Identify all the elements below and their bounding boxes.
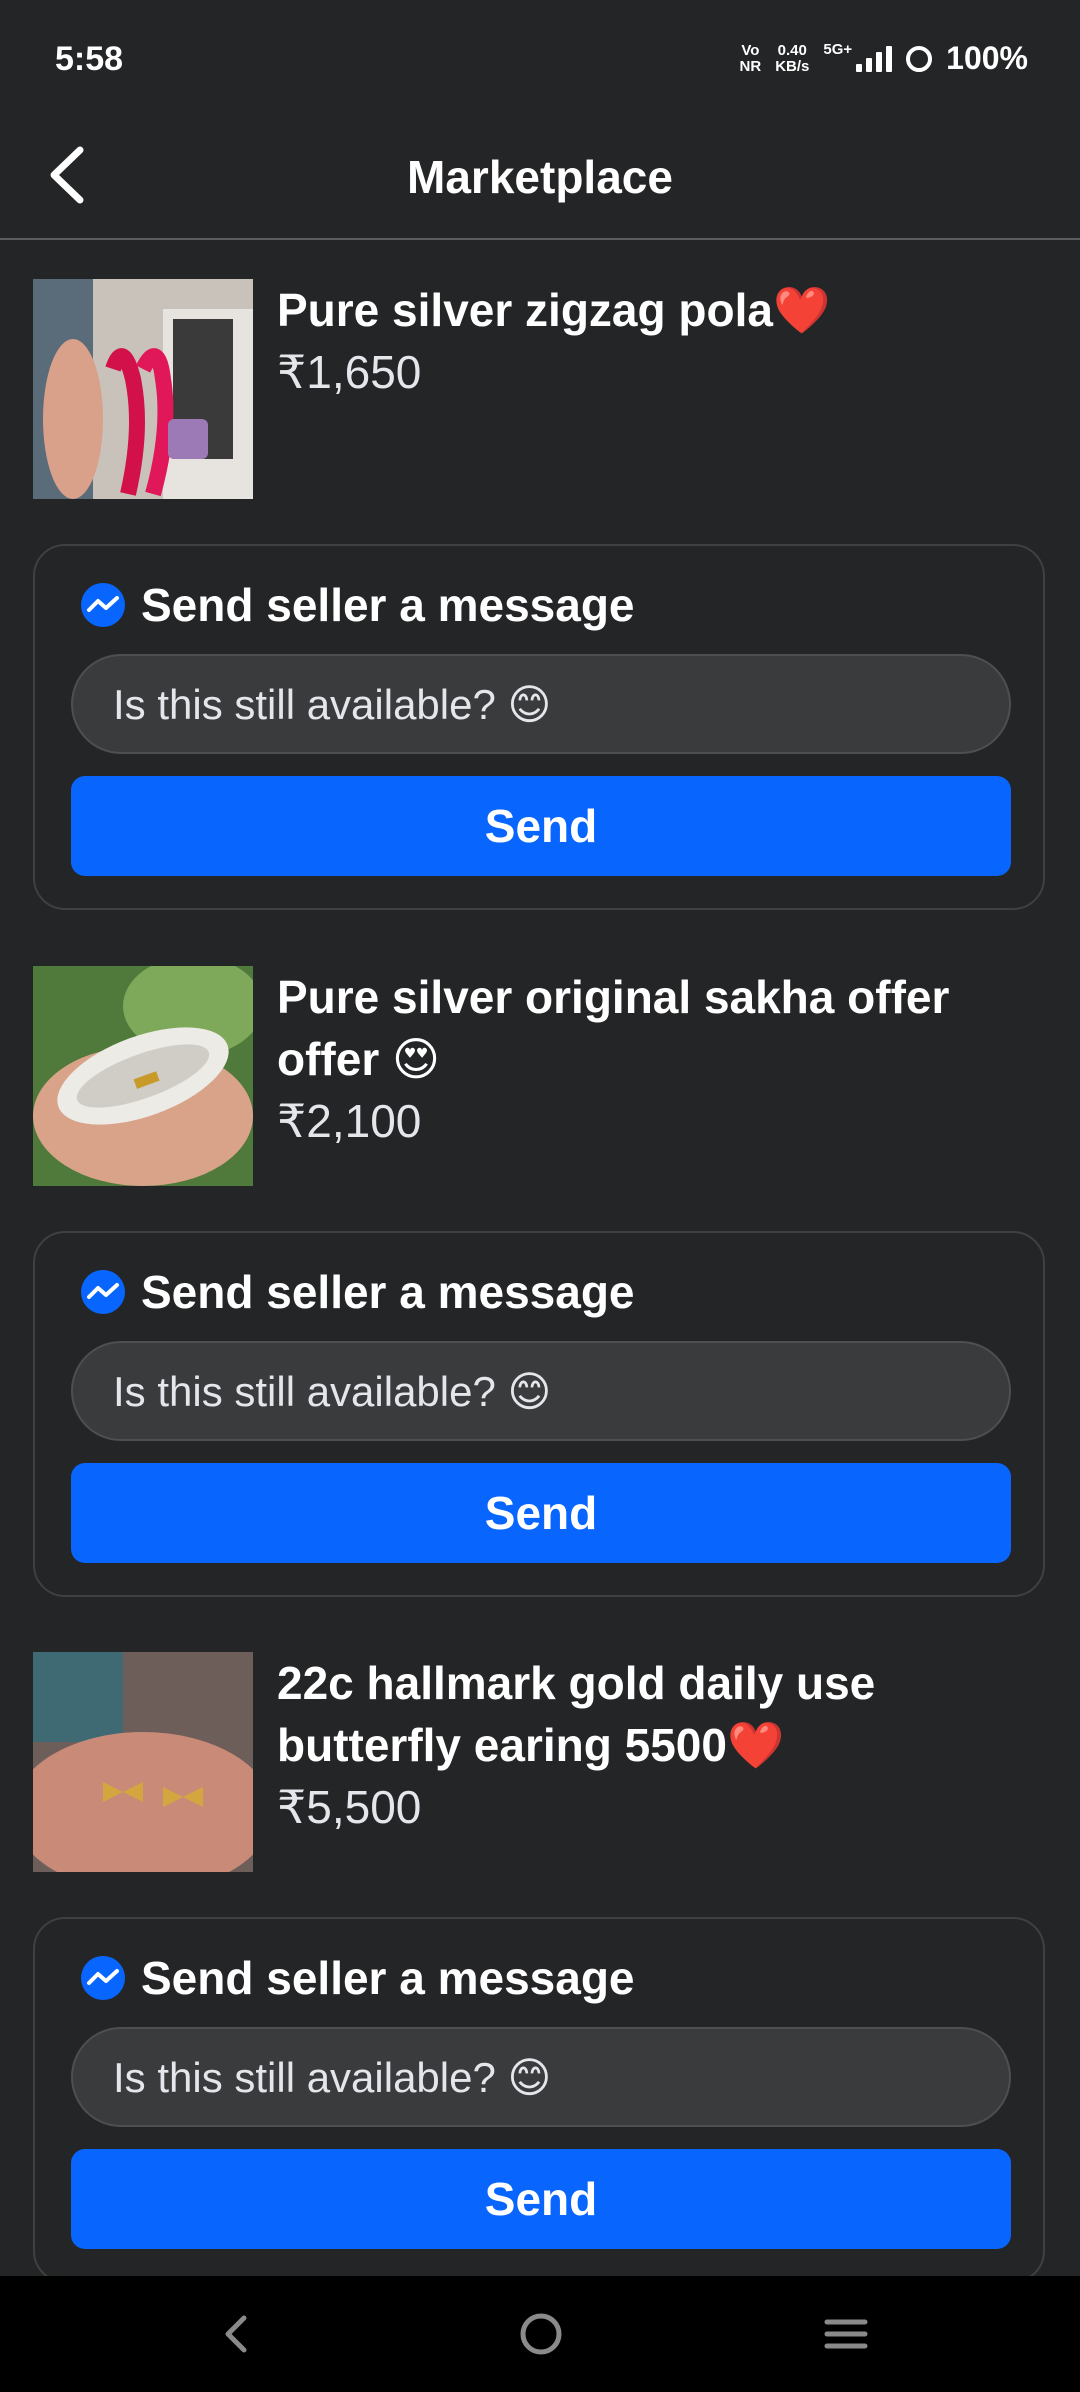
- send-button[interactable]: Send: [71, 1463, 1011, 1563]
- messenger-icon: [81, 1956, 125, 2000]
- nav-back-icon: [225, 2315, 247, 2353]
- volte-top: Vo: [741, 41, 760, 59]
- product-photo: [33, 966, 253, 1186]
- signal-icon: [856, 45, 893, 72]
- listing-thumbnail[interactable]: [33, 966, 253, 1186]
- message-input[interactable]: Is this still available? 😊: [71, 1341, 1011, 1441]
- messenger-icon: [81, 1270, 125, 1314]
- message-header: Send seller a message: [79, 1265, 635, 1319]
- battery-icon: [906, 45, 933, 72]
- app-header: Marketplace: [0, 110, 1080, 240]
- message-card: Send seller a message Is this still avai…: [33, 544, 1045, 910]
- message-prompt: Send seller a message: [141, 1266, 635, 1318]
- nav-back-button[interactable]: [210, 2304, 260, 2369]
- listing-thumbnail[interactable]: [33, 279, 253, 499]
- product-photo: [33, 1652, 253, 1872]
- product-photo: [33, 279, 253, 499]
- message-prompt: Send seller a message: [141, 1952, 635, 2004]
- listing-price: ₹5,500: [277, 1781, 422, 1833]
- status-time: 5:58: [55, 40, 124, 78]
- message-header: Send seller a message: [79, 1951, 635, 2005]
- send-button[interactable]: Send: [71, 2149, 1011, 2249]
- listing-title[interactable]: Pure silver original sakha offer offer 😍…: [277, 966, 1017, 1152]
- status-bar: 5:58 Vo NR 0.40 KB/s 5G+ 100%: [0, 0, 1080, 110]
- volte-indicator: Vo NR: [739, 41, 762, 75]
- volte-bottom: NR: [739, 57, 762, 75]
- listing-title-text: 22c hallmark gold daily use butterfly ea…: [277, 1657, 876, 1771]
- listing-price: ₹1,650: [277, 346, 422, 398]
- speed-value: 0.40: [777, 41, 807, 59]
- page-title: Marketplace: [407, 151, 673, 203]
- message-header: Send seller a message: [79, 578, 635, 632]
- battery-percent: 100%: [946, 40, 1028, 76]
- listing-price: ₹2,100: [277, 1095, 422, 1147]
- message-card: Send seller a message Is this still avai…: [33, 1231, 1045, 1597]
- speed-unit: KB/s: [775, 57, 810, 75]
- message-input[interactable]: Is this still available? 😊: [71, 2027, 1011, 2127]
- signal-indicator: 5G+: [823, 41, 893, 72]
- status-indicators: Vo NR 0.40 KB/s 5G+ 100%: [740, 40, 1028, 77]
- messenger-icon: [81, 583, 125, 627]
- listing-title-text: Pure silver original sakha offer offer 😍: [277, 971, 950, 1085]
- listing-title[interactable]: 22c hallmark gold daily use butterfly ea…: [277, 1652, 1017, 1838]
- system-nav-bar: [0, 2276, 1080, 2392]
- nav-home-button[interactable]: [518, 2304, 564, 2369]
- nav-home-icon: [520, 2313, 562, 2355]
- listing-thumbnail[interactable]: [33, 1652, 253, 1872]
- nav-menu-icon: [824, 2319, 868, 2349]
- message-input[interactable]: Is this still available? 😊: [71, 654, 1011, 754]
- network-gen: 5G+: [823, 40, 853, 58]
- listing-title-text: Pure silver zigzag pola❤️: [277, 284, 831, 336]
- nav-menu-button[interactable]: [823, 2304, 869, 2369]
- speed-indicator: 0.40 KB/s: [775, 41, 810, 75]
- message-card: Send seller a message Is this still avai…: [33, 1917, 1045, 2283]
- listing-title[interactable]: Pure silver zigzag pola❤️ ₹1,650: [277, 279, 1017, 403]
- send-button[interactable]: Send: [71, 776, 1011, 876]
- message-prompt: Send seller a message: [141, 579, 635, 631]
